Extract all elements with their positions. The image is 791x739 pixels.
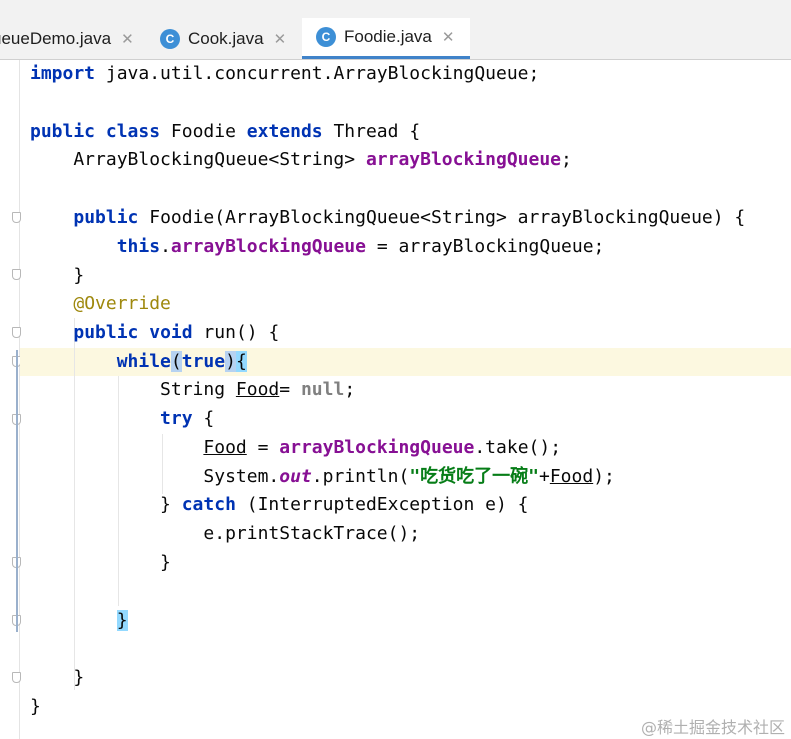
code-line-6: public Foodie(ArrayBlockingQueue<String>… (73, 207, 746, 228)
code-line-23: } (30, 696, 41, 717)
tab-cook[interactable]: C Cook.java ✕ (160, 18, 298, 59)
code-line-17: e.printStackTrace(); (30, 523, 421, 544)
code-line-13: try { (160, 408, 215, 429)
fold-start-icon[interactable] (12, 212, 21, 223)
code-line-3: public class Foodie extends Thread { (30, 121, 421, 142)
watermark: @稀土掘金技术社区 (640, 718, 785, 737)
code-line-22: } (30, 667, 85, 688)
code-line-14: Food = arrayBlockingQueue.take(); (203, 437, 562, 458)
code-line-18: } (30, 552, 171, 573)
code-line-11: while(true){ (116, 351, 247, 372)
code-line-1: import java.util.concurrent.ArrayBlockin… (30, 63, 540, 84)
code-line-16: } catch (InterruptedException e) { (30, 494, 529, 515)
code-line-9: @Override (73, 293, 171, 314)
fold-start-icon[interactable] (12, 327, 21, 338)
tab-queue-demo[interactable]: ueueDemo.java ✕ (0, 18, 150, 59)
tab-label: Foodie.java (344, 27, 432, 46)
code-line-4: ArrayBlockingQueue<String> arrayBlocking… (30, 149, 572, 170)
close-icon[interactable]: ✕ (442, 28, 455, 46)
fold-end-icon[interactable] (12, 269, 21, 280)
code-line-20: } (116, 610, 128, 631)
code-line-12: String Food= null; (30, 379, 356, 400)
java-class-icon: C (160, 28, 180, 49)
code-line-7: this.arrayBlockingQueue = arrayBlockingQ… (116, 236, 605, 257)
code-line-15: System.out.println("吃货吃了一碗"+Food); (30, 466, 615, 487)
java-class-icon: C (316, 27, 336, 47)
tab-label: Cook.java (188, 28, 264, 48)
window-top-strip (0, 0, 791, 18)
code-line-10: public void run() { (73, 322, 280, 343)
close-icon[interactable]: ✕ (121, 30, 134, 48)
editor-tab-bar: ueueDemo.java ✕ C Cook.java ✕ C Foodie.j… (0, 18, 791, 60)
close-icon[interactable]: ✕ (274, 30, 287, 48)
fold-end-icon[interactable] (12, 672, 21, 683)
fold-range-marker (16, 350, 18, 632)
tab-foodie[interactable]: C Foodie.java ✕ (302, 18, 470, 59)
code-line-8: } (30, 265, 85, 286)
tab-label: ueueDemo.java (0, 28, 112, 48)
